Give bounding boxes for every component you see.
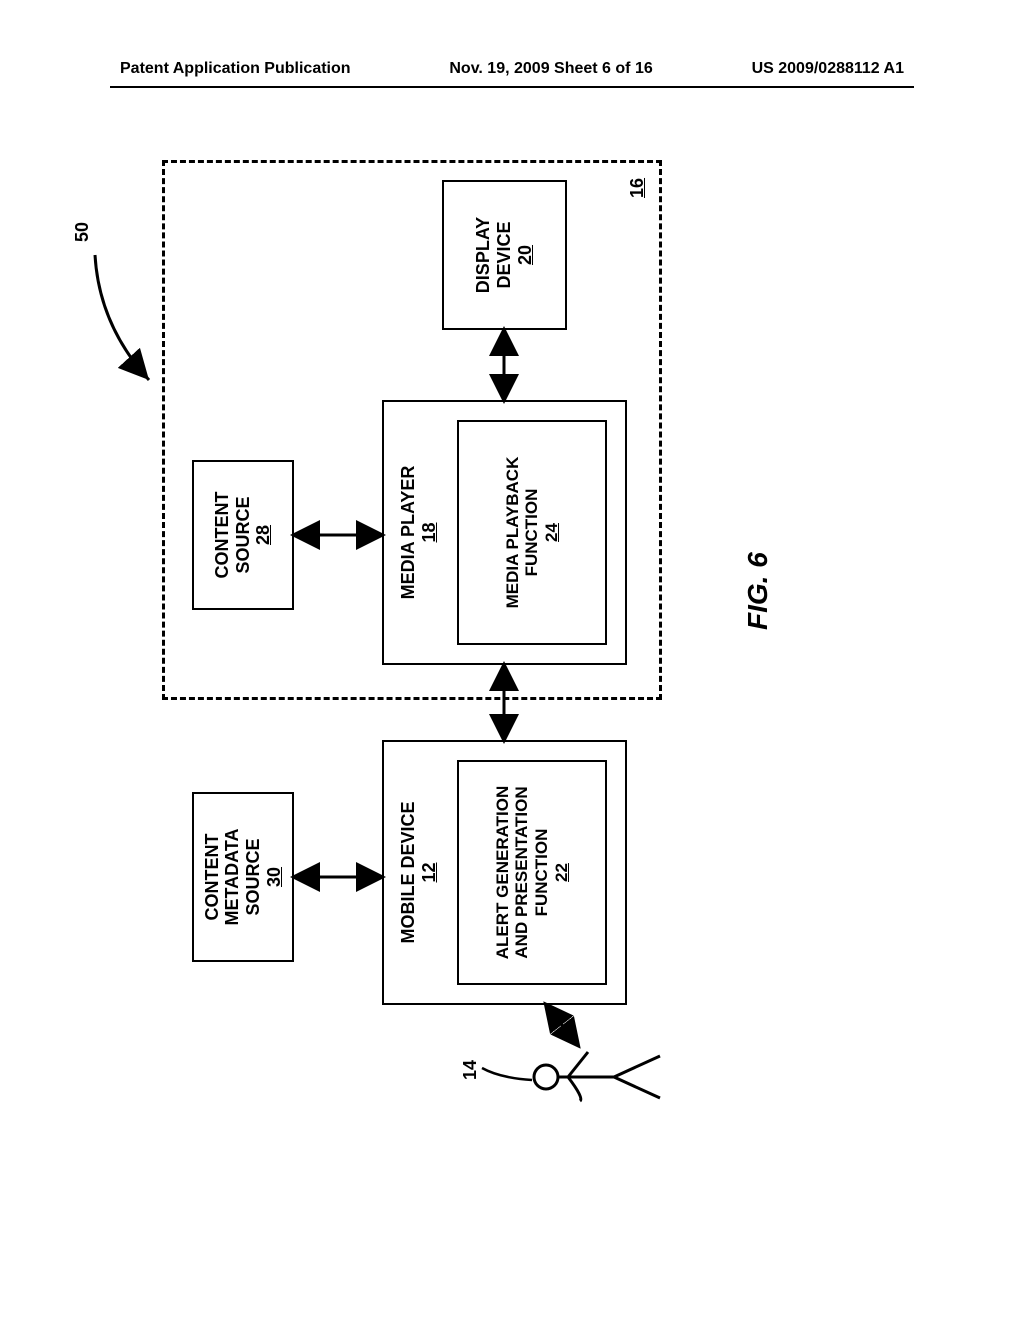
header-center: Nov. 19, 2009 Sheet 6 of 16 <box>449 60 652 78</box>
figure-label: FIG. 6 <box>742 552 774 630</box>
user-ref-label: 14 <box>460 1060 481 1080</box>
header-rule <box>110 86 914 88</box>
diagram: 50 16 CONTENT METADATA SOURCE 30 CONTENT… <box>62 200 962 1000</box>
user-ref-line <box>480 1046 540 1086</box>
header-left: Patent Application Publication <box>120 60 351 78</box>
header-right: US 2009/0288112 A1 <box>752 60 904 78</box>
page-header: Patent Application Publication Nov. 19, … <box>0 60 1024 78</box>
